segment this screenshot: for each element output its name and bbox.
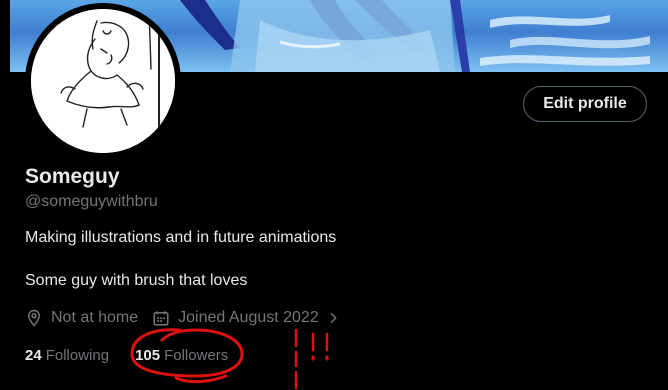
location-pin-icon xyxy=(27,309,41,327)
following-label: Following xyxy=(45,346,110,364)
joined-text: Joined August 2022 xyxy=(178,309,319,326)
joined-item[interactable]: Joined August 2022 xyxy=(152,309,349,327)
following-count: 24 xyxy=(25,346,42,364)
avatar[interactable] xyxy=(31,9,175,153)
banner-edge xyxy=(0,0,10,72)
bio-line-1: Making illustrations and in future anima… xyxy=(25,229,337,246)
edit-profile-button[interactable]: Edit profile xyxy=(523,86,647,122)
calendar-icon xyxy=(153,311,169,326)
location-text: Not at home xyxy=(51,309,139,326)
profile-meta-row: Not at home Joined August 2022 xyxy=(25,307,349,329)
display-name: Someguy xyxy=(25,165,120,188)
bio-line-2: Some guy with brush that loves xyxy=(25,272,248,289)
avatar-sketch-image xyxy=(31,9,175,153)
location-item: Not at home xyxy=(25,309,138,327)
profile-handle: @someguywithbru xyxy=(25,193,158,210)
followers-link[interactable]: 105 Followers xyxy=(135,347,228,364)
profile-stats-row: 24 Following 105 Followers xyxy=(25,345,228,365)
followers-label: Followers xyxy=(164,346,229,364)
chevron-right-icon xyxy=(330,312,337,324)
following-link[interactable]: 24 Following xyxy=(25,347,109,364)
followers-count: 105 xyxy=(135,346,161,364)
